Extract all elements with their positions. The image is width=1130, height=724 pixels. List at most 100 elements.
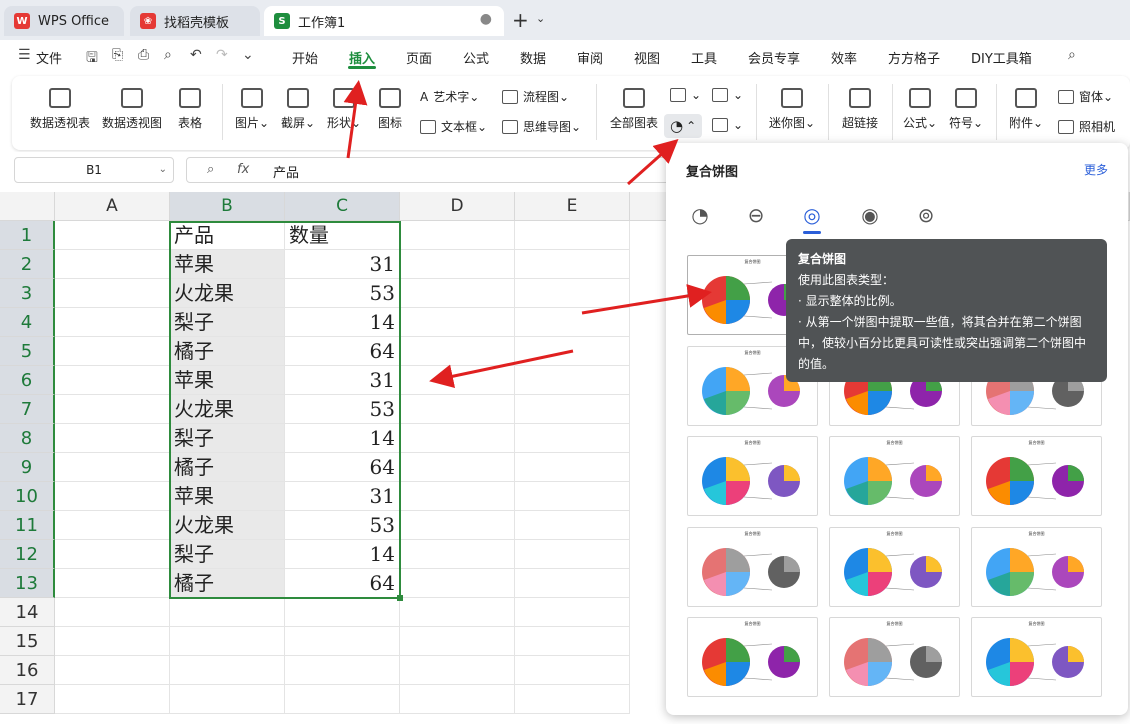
cell[interactable] [55,221,170,250]
cell[interactable] [170,656,285,685]
cell[interactable] [400,511,515,540]
fx-icon[interactable]: fx [237,162,249,177]
chart-thumbnail[interactable]: 复合饼图 [971,527,1102,607]
cell[interactable] [515,540,630,569]
flowchart-button[interactable]: 流程图 ⌄ [502,88,569,105]
pivot-table-button[interactable]: 数据透视表 [28,88,92,131]
cell[interactable] [55,511,170,540]
row-header[interactable]: 14 [0,598,55,627]
column-header-d[interactable]: D [400,192,515,221]
picture-button[interactable]: 图片⌄ [232,88,272,131]
zoom-icon[interactable]: ⌕ [207,162,214,177]
cell[interactable] [55,250,170,279]
cell[interactable]: 31 [285,250,400,279]
cell[interactable] [400,221,515,250]
attachment-button[interactable]: 附件⌄ [1006,88,1046,131]
hamburger-icon[interactable]: ☰ [18,47,31,63]
export-icon[interactable]: ⎘ [112,47,123,63]
cell[interactable]: 31 [285,366,400,395]
cell[interactable] [55,279,170,308]
cell[interactable] [55,482,170,511]
cell[interactable]: 14 [285,540,400,569]
column-header-c[interactable]: C [285,192,400,221]
cell[interactable]: 橘子 [170,337,285,366]
cell[interactable] [400,685,515,714]
cell[interactable] [400,656,515,685]
wordart-button[interactable]: A 艺术字 ⌄ [420,88,479,105]
cell[interactable] [55,395,170,424]
cell[interactable] [400,569,515,598]
row-header[interactable]: 6 [0,366,55,395]
chart-thumbnail[interactable]: 复合饼图 [971,436,1102,516]
menu-formula[interactable]: 公式 [463,48,489,67]
row-header[interactable]: 9 [0,453,55,482]
menu-insert[interactable]: 插入 [349,48,375,67]
cell[interactable] [515,366,630,395]
cell[interactable] [285,627,400,656]
row-header[interactable]: 16 [0,656,55,685]
cell[interactable] [515,337,630,366]
formula-input[interactable]: ⌕ fx 产品 [186,157,746,183]
row-header[interactable]: 3 [0,279,55,308]
cell[interactable]: 53 [285,279,400,308]
cell[interactable]: 苹果 [170,366,285,395]
pie-chart-button[interactable]: ◔ ⌃ [664,114,703,138]
cell[interactable] [55,366,170,395]
cell[interactable]: 14 [285,424,400,453]
tab-template[interactable]: ❀ 找稻壳模板 [130,6,260,36]
chart-thumbnail[interactable]: 复合饼图 [687,617,818,697]
cell[interactable] [55,540,170,569]
compound-pie-type-icon[interactable]: ◎ [800,203,824,227]
cell[interactable]: 数量 [285,221,400,250]
redo-icon[interactable]: ↷ [216,47,228,63]
row-header[interactable]: 13 [0,569,55,598]
cell[interactable] [170,627,285,656]
cell[interactable] [285,685,400,714]
menu-diy[interactable]: DIY工具箱 [971,48,1032,67]
row-header[interactable]: 12 [0,540,55,569]
pivot-chart-button[interactable]: 数据透视图 [100,88,164,131]
menu-view[interactable]: 视图 [634,48,660,67]
cell[interactable]: 53 [285,395,400,424]
fill-handle[interactable] [397,595,403,601]
row-header[interactable]: 2 [0,250,55,279]
cell[interactable] [400,395,515,424]
camera-button[interactable]: 照相机 [1058,118,1115,135]
cell[interactable] [400,482,515,511]
pie-3d-type-icon[interactable]: ⊖ [744,203,768,227]
undo-icon[interactable]: ↶ [190,47,202,63]
cell[interactable] [55,424,170,453]
cell[interactable] [400,627,515,656]
form-button[interactable]: 窗体 ⌄ [1058,88,1113,105]
cell[interactable] [400,453,515,482]
cell[interactable] [515,221,630,250]
cell[interactable]: 火龙果 [170,511,285,540]
cell[interactable] [285,598,400,627]
cell[interactable] [400,424,515,453]
cell[interactable] [170,598,285,627]
row-header[interactable]: 7 [0,395,55,424]
cell[interactable] [400,250,515,279]
cell[interactable] [515,279,630,308]
row-header[interactable]: 17 [0,685,55,714]
shapes-button[interactable]: 形状⌄ [324,88,364,131]
cell[interactable]: 梨子 [170,424,285,453]
cell[interactable] [515,598,630,627]
menu-page[interactable]: 页面 [406,48,432,67]
chart-thumbnail[interactable]: 复合饼图 [687,527,818,607]
formula-button[interactable]: 公式⌄ [900,88,940,131]
column-header-b[interactable]: B [170,192,285,221]
row-header[interactable]: 5 [0,337,55,366]
textbox-button[interactable]: 文本框 ⌄ [420,118,487,135]
cell[interactable] [515,250,630,279]
tab-wps-office[interactable]: W WPS Office [4,6,124,36]
cell[interactable]: 产品 [170,221,285,250]
screenshot-button[interactable]: 截屏⌄ [278,88,318,131]
cell[interactable]: 梨子 [170,540,285,569]
cell[interactable] [285,656,400,685]
save-icon[interactable]: 🖫 [86,47,98,71]
more-link[interactable]: 更多 [1084,161,1108,178]
row-header[interactable]: 10 [0,482,55,511]
all-charts-button[interactable]: 全部图表 [606,88,662,131]
cell[interactable] [515,569,630,598]
